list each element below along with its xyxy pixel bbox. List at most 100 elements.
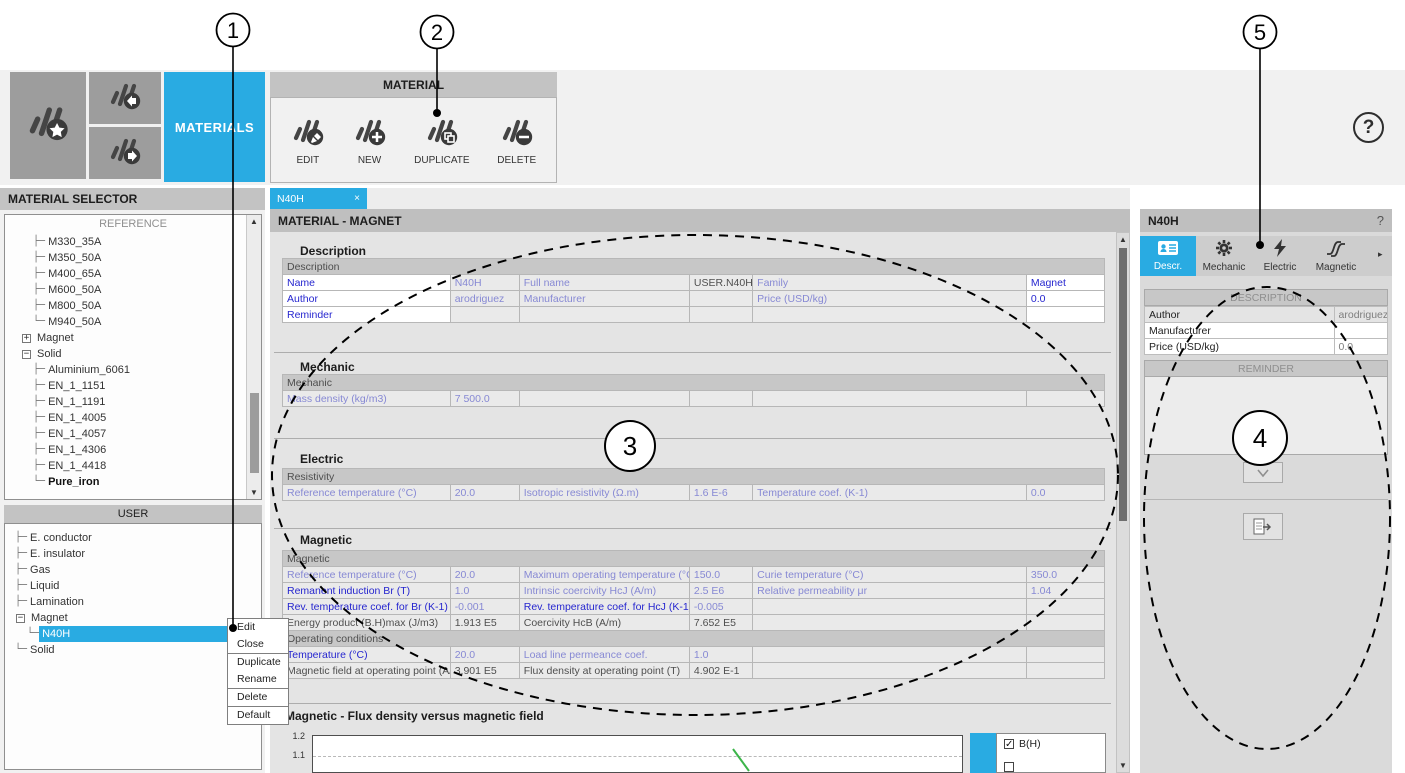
tree-item-pure-iron[interactable]: └─Pure_iron <box>21 474 261 490</box>
property-value[interactable]: 0.0 <box>1026 485 1104 501</box>
field-value[interactable]: arodriguez <box>1334 307 1387 323</box>
tree-item-m800-50a[interactable]: ├─M800_50A <box>21 298 261 314</box>
more-tabs-icon[interactable]: ▸ <box>1378 249 1383 260</box>
property-value[interactable]: 20.0 <box>450 567 519 583</box>
checkbox-checked-icon[interactable]: ✓ <box>1004 739 1014 749</box>
tree-item-en-1-1151[interactable]: ├─EN_1_1151 <box>21 378 261 394</box>
tree-item-m330-35a[interactable]: ├─M330_35A <box>21 234 261 250</box>
menu-item-delete[interactable]: Delete <box>228 689 288 706</box>
property-value[interactable]: 20.0 <box>450 647 519 663</box>
main-scrollbar[interactable]: ▲ ▼ <box>1116 232 1130 773</box>
panel-tab-electric[interactable]: Electric <box>1252 236 1308 276</box>
property-value[interactable]: 3.901 E5 <box>450 663 519 679</box>
tree-item-aluminium-6061[interactable]: ├─Aluminium_6061 <box>21 362 261 378</box>
panel-tab-mechanic[interactable]: Mechanic <box>1196 236 1252 276</box>
property-value[interactable]: N40H <box>450 275 519 291</box>
property-value[interactable] <box>450 307 519 323</box>
property-value[interactable] <box>1026 391 1104 407</box>
checkbox-unchecked-icon[interactable] <box>1004 762 1014 772</box>
tree-item-gas[interactable]: ├─Gas <box>15 562 261 578</box>
tree-item-en-1-4057[interactable]: ├─EN_1_4057 <box>21 426 261 442</box>
property-value[interactable]: -0.001 <box>450 599 519 615</box>
tree-item-m600-50a[interactable]: ├─M600_50A <box>21 282 261 298</box>
reference-scrollbar[interactable]: ▲ ▼ <box>246 215 261 499</box>
tree-item-m400-65a[interactable]: ├─M400_65A <box>21 266 261 282</box>
property-value[interactable]: 1.0 <box>689 647 752 663</box>
edit-button[interactable]: EDIT <box>291 115 325 166</box>
field-value[interactable] <box>1334 323 1387 339</box>
property-value[interactable] <box>1026 663 1104 679</box>
tree-item-solid[interactable]: −Solid <box>21 346 261 362</box>
field-value[interactable]: 0.0 <box>1334 339 1387 355</box>
property-value[interactable]: 1.04 <box>1026 583 1104 599</box>
property-value[interactable] <box>689 307 752 323</box>
document-tab-n40h[interactable]: N40H × <box>270 188 367 209</box>
export-button[interactable] <box>1243 513 1283 540</box>
property-value[interactable]: 7.652 E5 <box>689 615 752 631</box>
property-value[interactable]: arodriguez <box>450 291 519 307</box>
scroll-down-icon[interactable]: ▼ <box>247 488 261 497</box>
material-export-tile[interactable] <box>89 127 161 179</box>
duplicate-button[interactable]: DUPLICATE <box>414 115 469 166</box>
tree-item-m350-50a[interactable]: ├─M350_50A <box>21 250 261 266</box>
property-value[interactable]: USER.N40H <box>689 275 752 291</box>
menu-item-default[interactable]: Default <box>228 707 288 724</box>
tree-item-lamination[interactable]: ├─Lamination <box>15 594 261 610</box>
menu-item-duplicate[interactable]: Duplicate <box>228 654 288 671</box>
tree-item-magnet[interactable]: +Magnet <box>21 330 261 346</box>
tree-item-e-conductor[interactable]: ├─E. conductor <box>15 530 261 546</box>
legend-item-partial[interactable] <box>997 750 1105 772</box>
tree-item-e-insulator[interactable]: ├─E. insulator <box>15 546 261 562</box>
tree-item-en-1-4306[interactable]: ├─EN_1_4306 <box>21 442 261 458</box>
panel-help-icon[interactable]: ? <box>1377 213 1384 228</box>
tree-item-en-1-4418[interactable]: ├─EN_1_4418 <box>21 458 261 474</box>
property-value[interactable]: 1.0 <box>450 583 519 599</box>
property-value[interactable]: 150.0 <box>689 567 752 583</box>
main-scroll-thumb[interactable] <box>1119 248 1127 521</box>
scroll-up-icon[interactable]: ▲ <box>247 217 261 226</box>
legend-item-bh[interactable]: ✓ B(H) <box>997 734 1105 750</box>
property-value[interactable]: 7 500.0 <box>450 391 519 407</box>
tab-close-icon[interactable]: × <box>354 193 360 204</box>
property-value[interactable] <box>1026 599 1104 615</box>
scroll-up-icon[interactable]: ▲ <box>1117 235 1129 244</box>
property-value[interactable] <box>1026 615 1104 631</box>
tree-item-liquid[interactable]: ├─Liquid <box>15 578 261 594</box>
tree-item-en-1-1191[interactable]: ├─EN_1_1191 <box>21 394 261 410</box>
delete-button[interactable]: DELETE <box>497 115 536 166</box>
panel-tab-magnetic[interactable]: Magnetic <box>1308 236 1364 276</box>
tree-item-magnet[interactable]: −Magnet <box>15 610 261 626</box>
menu-item-edit[interactable]: Edit <box>228 619 288 636</box>
property-value[interactable]: 1.913 E5 <box>450 615 519 631</box>
property-value[interactable]: -0.005 <box>689 599 752 615</box>
tree-item-m940-50a[interactable]: └─M940_50A <box>21 314 261 330</box>
tree-item-n40h[interactable]: └─N40H <box>15 626 261 642</box>
tree-item-solid[interactable]: └─Solid <box>15 642 261 658</box>
property-value[interactable]: 2.5 E6 <box>689 583 752 599</box>
collapse-icon[interactable]: − <box>22 350 31 359</box>
property-value[interactable] <box>689 291 752 307</box>
panel-tab-descr[interactable]: Descr. <box>1140 236 1196 276</box>
material-star-tile[interactable] <box>10 72 86 179</box>
property-value[interactable] <box>1026 307 1104 323</box>
reminder-textarea[interactable] <box>1144 377 1388 455</box>
property-value[interactable]: 350.0 <box>1026 567 1104 583</box>
property-value[interactable] <box>689 391 752 407</box>
property-value[interactable]: Magnet <box>1026 275 1104 291</box>
property-value[interactable]: 0.0 <box>1026 291 1104 307</box>
tree-item-en-1-4005[interactable]: ├─EN_1_4005 <box>21 410 261 426</box>
help-button[interactable]: ? <box>1353 112 1384 143</box>
bh-curve-plot[interactable] <box>312 735 963 773</box>
collapse-icon[interactable]: − <box>16 614 25 623</box>
materials-tab[interactable]: MATERIALS <box>164 72 265 182</box>
collapse-button[interactable] <box>1243 462 1283 483</box>
menu-item-rename[interactable]: Rename <box>228 671 288 688</box>
reference-scroll-thumb[interactable] <box>250 393 259 473</box>
property-value[interactable]: 4.902 E-1 <box>689 663 752 679</box>
material-import-tile[interactable] <box>89 72 161 124</box>
expand-icon[interactable]: + <box>22 334 31 343</box>
menu-item-close[interactable]: Close <box>228 636 288 653</box>
new-button[interactable]: NEW <box>353 115 387 166</box>
property-value[interactable]: 1.6 E-6 <box>689 485 752 501</box>
property-value[interactable]: 20.0 <box>450 485 519 501</box>
